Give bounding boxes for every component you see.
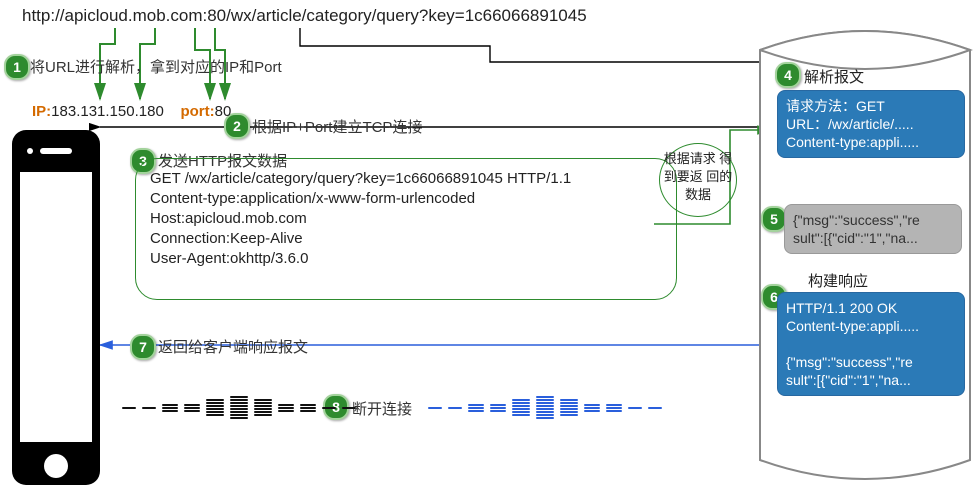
step-1-badge: 1 (4, 54, 30, 80)
http-response-box: HTTP/1.1 200 OK Content-type:appli..... … (777, 292, 965, 396)
step-7-label: 返回给客户端响应报文 (158, 336, 308, 357)
phone-icon (12, 130, 100, 485)
server-query-note: 根据请求 得到要返 回的数据 (659, 143, 737, 217)
step-4-badge: 4 (775, 62, 801, 88)
ip-label: IP: (32, 103, 51, 120)
resolved-ip-port: IP:183.131.150.180 port:80 (32, 103, 231, 120)
step-6-label: 构建响应 (808, 270, 868, 291)
step-1-label: 将URL进行解析，拿到对应的IP和Port (30, 56, 282, 77)
step-2-label: 根据IP+Port建立TCP连接 (252, 116, 422, 137)
port-value: 80 (215, 103, 232, 120)
step-8-label: 断开连接 (352, 398, 412, 419)
http-request-box: GET /wx/article/category/query?key=1c660… (135, 158, 677, 300)
step-7-badge: 7 (130, 334, 156, 360)
disconnect-pattern-left (122, 396, 356, 419)
db-result-box: {"msg":"success","re sult":[{"cid":"1","… (784, 204, 962, 254)
step-4-label: 解析报文 (804, 66, 864, 87)
ip-value: 183.131.150.180 (51, 103, 164, 120)
parsed-request-box: 请求方法：GET URL：/wx/article/..... Content-t… (777, 90, 965, 158)
diagram-canvas: http://apicloud.mob.com:80/wx/article/ca… (0, 0, 980, 500)
disconnect-pattern-right (428, 396, 662, 419)
port-label: port: (180, 103, 214, 120)
